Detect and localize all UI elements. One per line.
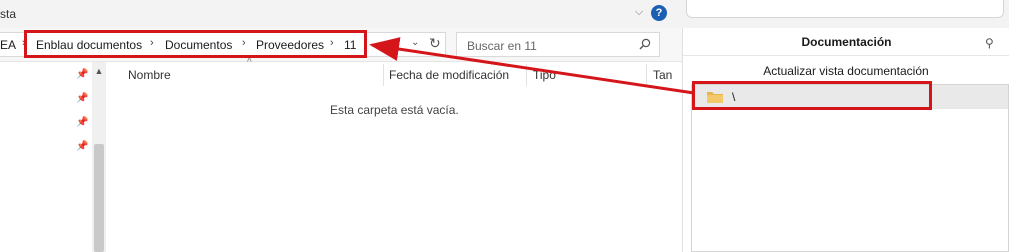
column-header-name[interactable]: Nombre <box>128 68 171 82</box>
panel-title: Documentación <box>801 35 892 49</box>
sort-ascending-icon: ^ <box>247 57 252 68</box>
scroll-up-icon[interactable]: ▲ <box>92 66 106 78</box>
refresh-icon[interactable]: ↻ <box>429 36 443 50</box>
search-placeholder: Buscar en 11 <box>467 39 537 53</box>
address-dropdown-icon[interactable]: ⌄ <box>411 37 419 48</box>
pin-icon[interactable]: 📌 <box>76 70 88 80</box>
breadcrumb-prefix[interactable]: EA <box>0 38 16 52</box>
pin-icon[interactable]: 📌 <box>76 118 88 128</box>
column-divider[interactable] <box>383 64 384 86</box>
help-icon[interactable]: ? <box>651 5 667 21</box>
column-header-size[interactable]: Tan <box>653 68 672 82</box>
search-icon[interactable] <box>639 38 651 50</box>
pin-icon[interactable]: ⚲ <box>985 36 994 50</box>
refresh-documentation-button[interactable]: Actualizar vista documentación <box>691 61 1001 81</box>
pin-icon[interactable]: 📌 <box>76 142 88 152</box>
column-divider[interactable] <box>646 64 647 86</box>
column-header-type[interactable]: Tipo <box>533 68 556 82</box>
panel-divider <box>683 55 1009 56</box>
chevron-down-icon[interactable]: ⌵ <box>632 5 646 19</box>
top-right-box <box>686 0 1004 18</box>
empty-folder-message: Esta carpeta está vacía. <box>330 103 459 117</box>
window-top-strip: sta ⌵ ? <box>0 0 1009 28</box>
search-input[interactable]: Buscar en 11 <box>456 32 660 57</box>
annotation-box-folder <box>692 81 932 110</box>
annotation-box-breadcrumb <box>24 30 367 58</box>
top-tab-text: sta <box>0 7 17 21</box>
pin-icon[interactable]: 📌 <box>76 94 88 104</box>
column-divider[interactable] <box>526 64 527 86</box>
column-header-date-modified[interactable]: Fecha de modificación <box>389 68 509 82</box>
documentation-panel: Documentación ⚲ Actualizar vista documen… <box>682 28 1009 252</box>
file-list <box>108 62 682 252</box>
nav-scrollbar-thumb[interactable] <box>94 144 104 252</box>
